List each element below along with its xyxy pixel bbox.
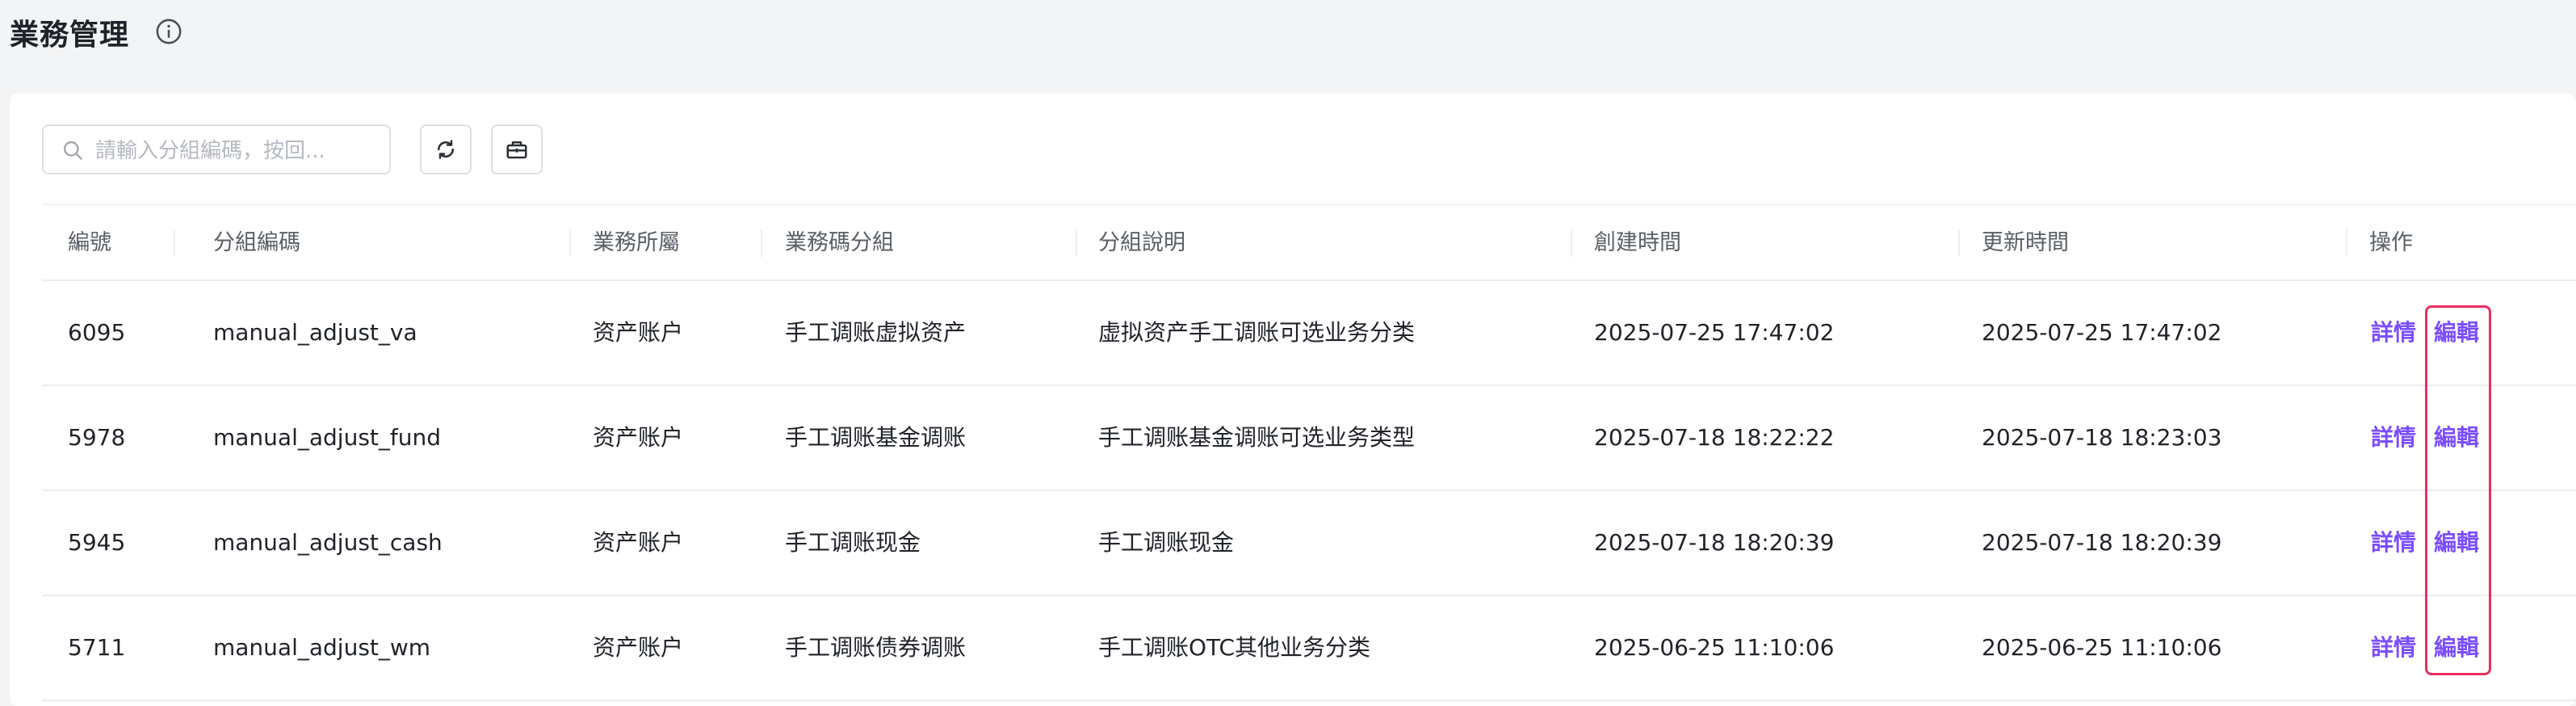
column-header-business-code-group: 業務碼分組 <box>785 230 894 255</box>
refresh-button[interactable] <box>420 124 472 174</box>
column-divider <box>174 229 175 257</box>
edit-link[interactable]: 編輯 <box>2434 386 2479 490</box>
column-header-updated-at: 更新時間 <box>1982 230 2069 255</box>
column-divider <box>1571 229 1572 257</box>
cell-created-at: 2025-07-18 18:22:22 <box>1594 424 1835 451</box>
column-divider <box>1076 229 1077 257</box>
refresh-icon <box>437 140 455 159</box>
detail-link[interactable]: 詳情 <box>2371 281 2416 385</box>
search-input[interactable] <box>94 134 380 168</box>
page-header: 業務管理 <box>0 0 2576 94</box>
edit-link[interactable]: 編輯 <box>2434 596 2479 700</box>
cell-group-code: manual_adjust_cash <box>213 529 443 556</box>
cell-updated-at: 2025-07-18 18:23:03 <box>1982 424 2222 451</box>
cell-business-owner: 资产账户 <box>593 424 684 451</box>
cell-id: 5978 <box>68 424 126 451</box>
column-divider <box>1958 229 1960 257</box>
search-box[interactable] <box>42 124 391 174</box>
cell-business-code-group: 手工调账现金 <box>785 529 921 556</box>
column-divider <box>2346 229 2347 257</box>
cell-id: 5711 <box>68 634 126 661</box>
cell-business-code-group: 手工调账虚拟资产 <box>785 319 967 346</box>
cell-created-at: 2025-06-25 11:10:06 <box>1594 634 1835 661</box>
page-title: 業務管理 <box>10 19 130 52</box>
table-row: 6095 manual_adjust_va 资产账户 手工调账虚拟资产 虚拟资产… <box>42 281 2576 386</box>
cell-group-description: 虚拟资产手工调账可选业务分类 <box>1098 319 1416 346</box>
column-divider <box>761 229 762 257</box>
detail-link[interactable]: 詳情 <box>2371 386 2416 490</box>
column-header-group-description: 分組說明 <box>1098 230 1185 255</box>
cell-business-code-group: 手工调账基金调账 <box>785 424 967 451</box>
search-icon <box>63 141 82 160</box>
cell-id: 5945 <box>68 529 126 556</box>
export-button[interactable] <box>491 124 543 174</box>
cell-business-owner: 资产账户 <box>593 634 684 661</box>
edit-link[interactable]: 編輯 <box>2434 281 2479 385</box>
column-header-business-owner: 業務所屬 <box>593 230 680 255</box>
column-header-actions: 操作 <box>2369 230 2413 255</box>
table-row: 5711 manual_adjust_wm 资产账户 手工调账债券调账 手工调账… <box>42 596 2576 701</box>
cell-id: 6095 <box>68 319 126 346</box>
cell-group-code: manual_adjust_va <box>213 319 417 346</box>
detail-link[interactable]: 詳情 <box>2371 491 2416 595</box>
edit-link[interactable]: 編輯 <box>2434 491 2479 595</box>
content-card: 編號 分組編碼 業務所屬 業務碼分組 分組說明 創建時間 更新時間 操作 609… <box>10 94 2576 706</box>
cell-group-code: manual_adjust_fund <box>213 424 442 451</box>
cell-created-at: 2025-07-25 17:47:02 <box>1594 319 1835 346</box>
column-header-group-code: 分組編碼 <box>213 230 300 255</box>
info-icon[interactable] <box>155 18 183 45</box>
cell-group-description: 手工调账基金调账可选业务类型 <box>1098 424 1416 451</box>
toolbox-icon <box>506 141 527 159</box>
cell-group-code: manual_adjust_wm <box>213 634 431 661</box>
cell-business-owner: 资产账户 <box>593 529 684 556</box>
table-row: 5978 manual_adjust_fund 资产账户 手工调账基金调账 手工… <box>42 386 2576 491</box>
column-header-created-at: 創建時間 <box>1594 230 1681 255</box>
cell-updated-at: 2025-06-25 11:10:06 <box>1982 634 2222 661</box>
column-header-id: 編號 <box>68 230 111 255</box>
cell-business-owner: 资产账户 <box>593 319 684 346</box>
cell-group-description: 手工调账现金 <box>1098 529 1235 556</box>
detail-link[interactable]: 詳情 <box>2371 596 2416 700</box>
cell-group-description: 手工调账OTC其他业务分类 <box>1098 634 1371 661</box>
column-divider <box>569 229 571 257</box>
cell-business-code-group: 手工调账债券调账 <box>785 634 967 661</box>
table-header: 編號 分組編碼 業務所屬 業務碼分組 分組說明 創建時間 更新時間 操作 <box>42 204 2576 281</box>
cell-created-at: 2025-07-18 18:20:39 <box>1594 529 1835 556</box>
table-row: 5945 manual_adjust_cash 资产账户 手工调账现金 手工调账… <box>42 491 2576 596</box>
cell-updated-at: 2025-07-18 18:20:39 <box>1982 529 2222 556</box>
cell-updated-at: 2025-07-25 17:47:02 <box>1982 319 2222 346</box>
